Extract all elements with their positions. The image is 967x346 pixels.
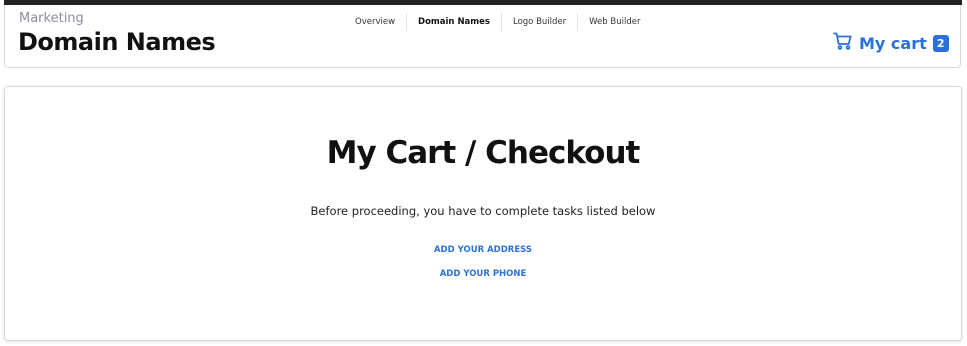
add-address-link[interactable]: ADD YOUR ADDRESS — [5, 245, 961, 255]
section-label: Marketing — [19, 11, 84, 26]
nav-item-domain-names[interactable]: Domain Names — [406, 13, 501, 31]
page-title: Domain Names — [18, 28, 216, 56]
my-cart-button[interactable]: My cart 2 — [833, 32, 949, 54]
add-phone-link[interactable]: ADD YOUR PHONE — [5, 269, 961, 279]
checkout-title: My Cart / Checkout — [326, 135, 641, 171]
nav-item-logo-builder[interactable]: Logo Builder — [500, 13, 577, 31]
nav-item-overview[interactable]: Overview — [344, 13, 406, 31]
top-nav: Overview Domain Names Logo Builder Web B… — [344, 13, 651, 31]
cart-icon — [833, 32, 853, 54]
cart-label: My cart — [859, 33, 927, 53]
cart-count-badge: 2 — [932, 34, 949, 52]
page-header: Marketing Domain Names Overview Domain N… — [4, 5, 961, 68]
nav-item-web-builder[interactable]: Web Builder — [577, 13, 651, 31]
checkout-card: My Cart / Checkout Before proceeding, yo… — [4, 86, 962, 341]
checkout-message: Before proceeding, you have to complete … — [310, 204, 656, 218]
